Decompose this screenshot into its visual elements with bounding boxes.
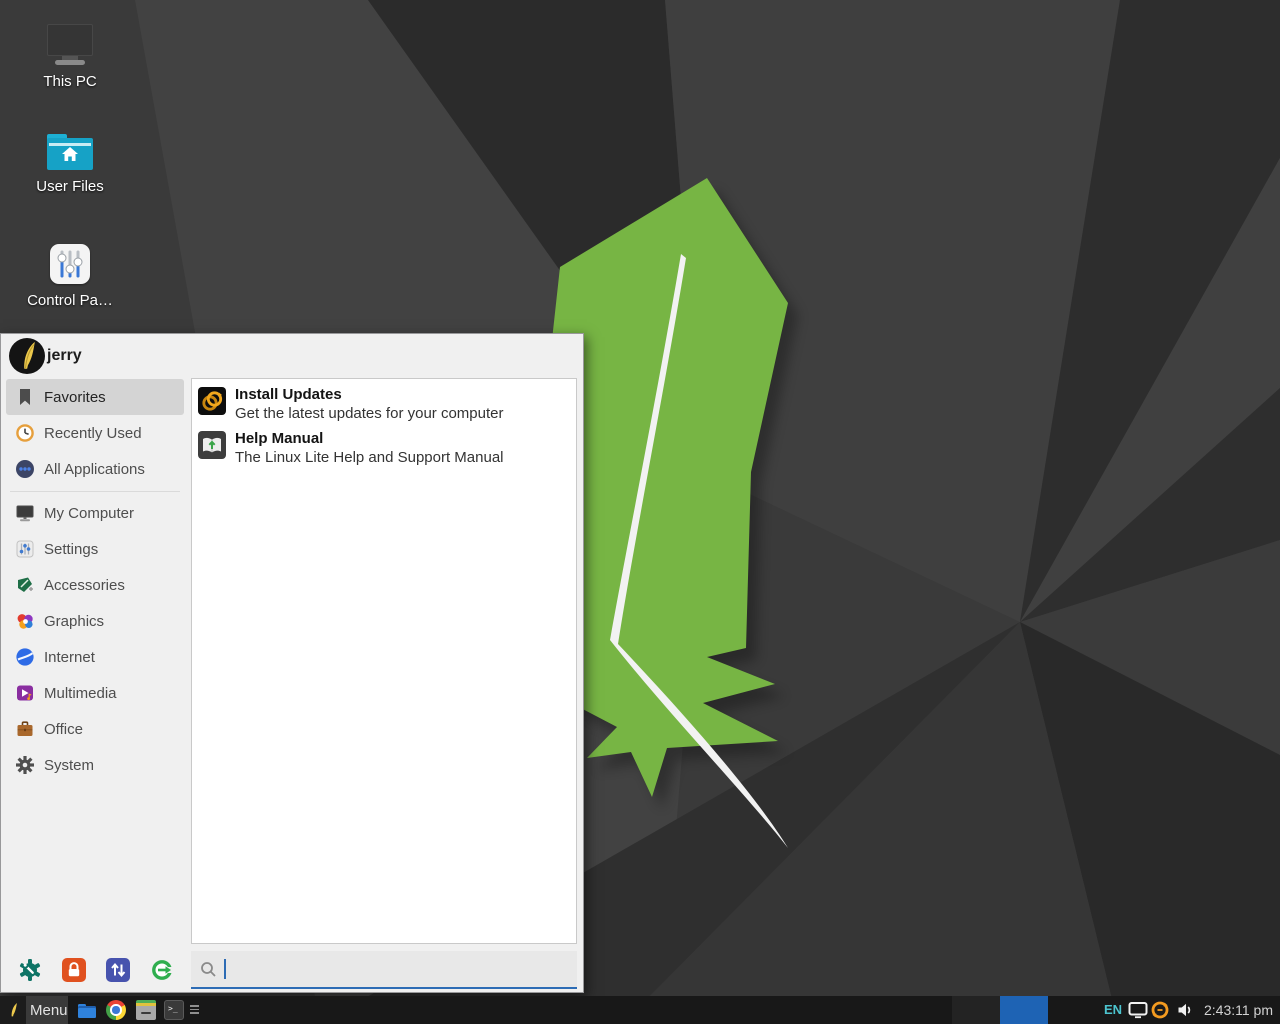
accessories-icon xyxy=(15,575,35,595)
desktop-icon-user-files[interactable]: User Files xyxy=(6,134,134,195)
menu-button-label: Menu xyxy=(30,1002,68,1019)
all-apps-icon xyxy=(15,459,35,479)
clock[interactable]: 2:43:11 pm xyxy=(1204,996,1273,1024)
app-subtitle: The Linux Lite Help and Support Manual xyxy=(235,448,504,467)
sidebar-item-recently-used[interactable]: Recently Used xyxy=(6,415,184,451)
sidebar-item-multimedia[interactable]: Multimedia xyxy=(6,675,184,711)
chrome-launcher[interactable] xyxy=(106,1000,126,1020)
sidebar-item-all-applications[interactable]: All Applications xyxy=(6,451,184,487)
switch-user-button[interactable] xyxy=(106,958,130,982)
up-down-arrows-icon xyxy=(106,958,130,982)
sidebar-item-graphics[interactable]: Graphics xyxy=(6,603,184,639)
control-panel-icon xyxy=(50,244,90,284)
keyboard-layout-indicator[interactable]: EN xyxy=(1104,996,1122,1024)
display-tray-icon[interactable] xyxy=(1128,1001,1148,1019)
archive-launcher[interactable] xyxy=(136,1000,156,1020)
user-name: jerry xyxy=(47,334,82,378)
lock-screen-button[interactable] xyxy=(62,958,86,982)
logout-arrow-icon xyxy=(150,958,174,982)
workspace-2-active[interactable] xyxy=(1000,996,1048,1024)
desktop-icon-label: Control Pa… xyxy=(6,292,134,309)
app-subtitle: Get the latest updates for your computer xyxy=(235,404,503,423)
settings-sliders-icon xyxy=(15,539,35,559)
app-item-install-updates[interactable]: Install Updates Get the latest updates f… xyxy=(198,384,570,428)
bookmark-icon xyxy=(15,387,35,407)
graphics-icon xyxy=(15,611,35,631)
this-pc-icon xyxy=(6,24,134,65)
user-avatar[interactable] xyxy=(9,338,45,374)
sidebar-item-label: All Applications xyxy=(44,461,145,478)
desktop-icon-label: This PC xyxy=(6,73,134,90)
taskbar: Menu >_ EN xyxy=(0,996,1280,1024)
menu-search-input[interactable] xyxy=(191,951,577,989)
folder-icon xyxy=(76,1000,96,1020)
sidebar-item-label: Internet xyxy=(44,649,95,666)
sidebar-item-my-computer[interactable]: My Computer xyxy=(6,495,184,531)
app-title: Install Updates xyxy=(235,385,503,404)
sidebar-item-label: Office xyxy=(44,721,83,738)
app-title: Help Manual xyxy=(235,429,504,448)
sidebar-item-label: Settings xyxy=(44,541,98,558)
briefcase-icon xyxy=(15,719,35,739)
linuxlite-feather-icon xyxy=(0,996,26,1024)
install-updates-icon xyxy=(198,387,226,415)
sidebar-item-favorites[interactable]: Favorites xyxy=(6,379,184,415)
computer-icon xyxy=(15,503,35,523)
desktop-icon-control-panel[interactable]: Control Pa… xyxy=(6,244,134,309)
app-menu-window: jerry Favorites Recently Used All Applic… xyxy=(0,333,584,993)
sidebar-item-label: Graphics xyxy=(44,613,104,630)
internet-globe-icon xyxy=(15,647,35,667)
desktop-icon-label: User Files xyxy=(6,178,134,195)
sidebar-item-label: Favorites xyxy=(44,389,106,406)
volume-tray-icon[interactable] xyxy=(1176,1001,1194,1019)
sidebar-item-label: Accessories xyxy=(44,577,125,594)
sidebar-item-settings[interactable]: Settings xyxy=(6,531,184,567)
gear-icon xyxy=(15,755,35,775)
terminal-launcher[interactable]: >_ xyxy=(164,1000,184,1020)
sidebar-item-internet[interactable]: Internet xyxy=(6,639,184,675)
sidebar-item-system[interactable]: System xyxy=(6,747,184,783)
app-item-help-manual[interactable]: Help Manual The Linux Lite Help and Supp… xyxy=(198,428,570,472)
file-manager-launcher[interactable] xyxy=(76,1000,96,1020)
sidebar-item-label: System xyxy=(44,757,94,774)
window-list-handle[interactable] xyxy=(190,1005,199,1015)
home-folder-icon xyxy=(47,134,93,170)
sidebar-item-label: My Computer xyxy=(44,505,134,522)
linuxlite-feather-icon xyxy=(9,338,45,374)
desktop-icon-this-pc[interactable]: This PC xyxy=(6,24,134,90)
log-out-button[interactable] xyxy=(150,958,174,982)
workspace-1[interactable] xyxy=(952,996,1000,1024)
multimedia-icon xyxy=(15,683,35,703)
sidebar-item-accessories[interactable]: Accessories xyxy=(6,567,184,603)
sidebar-item-label: Recently Used xyxy=(44,425,142,442)
sidebar-item-label: Multimedia xyxy=(44,685,117,702)
sidebar-separator xyxy=(10,491,180,492)
updates-tray-icon[interactable] xyxy=(1150,1000,1170,1020)
help-manual-icon xyxy=(198,431,226,459)
file-cabinet-icon xyxy=(141,1012,151,1014)
search-icon xyxy=(200,961,217,978)
text-caret xyxy=(224,959,226,979)
settings-manager-button[interactable] xyxy=(18,958,42,982)
clock-icon xyxy=(15,423,35,443)
settings-manager-gear-icon xyxy=(18,958,42,982)
sidebar-item-office[interactable]: Office xyxy=(6,711,184,747)
menu-apps-panel: Install Updates Get the latest updates f… xyxy=(191,378,577,944)
lock-icon xyxy=(62,958,86,982)
taskbar-menu-button[interactable]: Menu xyxy=(0,996,68,1024)
